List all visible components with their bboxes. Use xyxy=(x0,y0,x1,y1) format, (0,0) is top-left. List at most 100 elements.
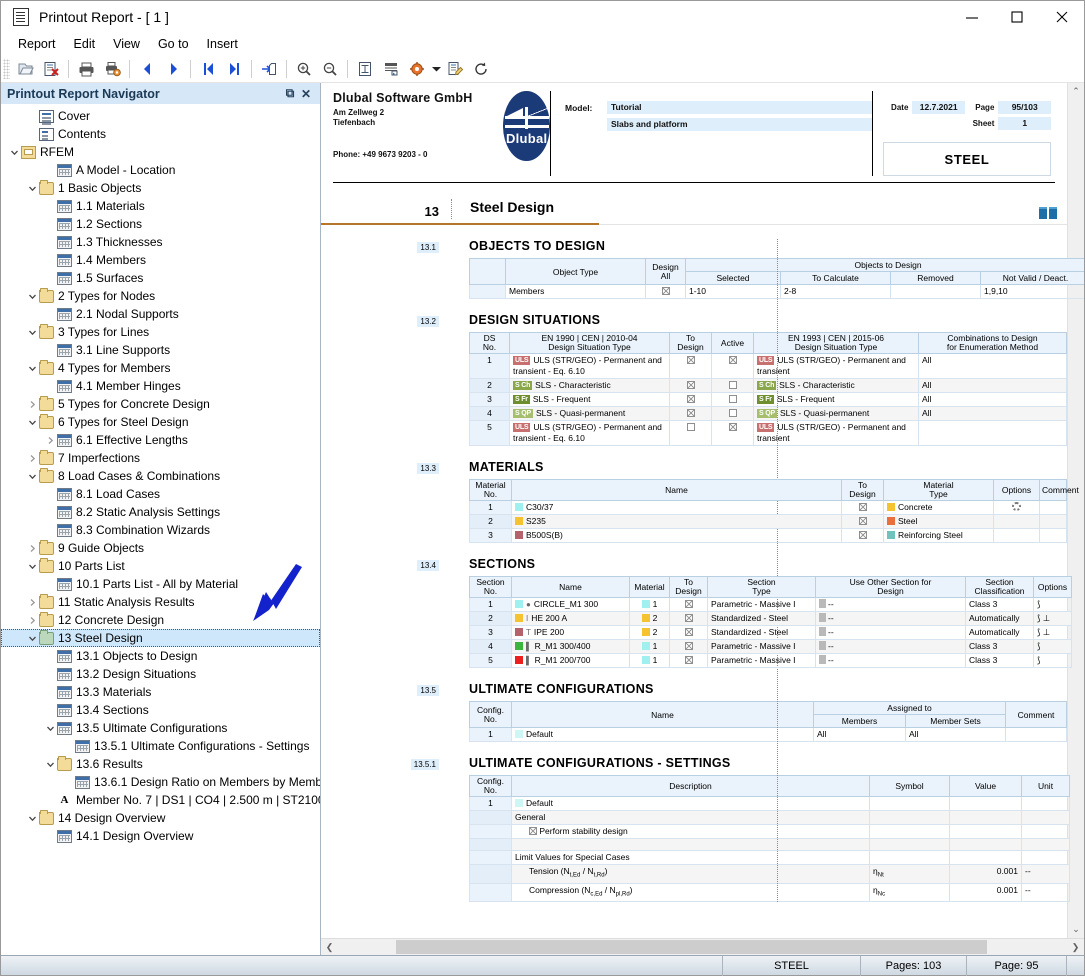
tree-item-4-types-for-members[interactable]: 4 Types for Members xyxy=(1,359,320,377)
twisty-expanded-icon[interactable] xyxy=(43,760,57,769)
tree-item-13-6-1-design-ratio-on-members-by-member[interactable]: 13.6.1 Design Ratio on Members by Member xyxy=(1,773,320,791)
checkbox[interactable] xyxy=(859,503,867,511)
tree-item-1-5-surfaces[interactable]: 1.5 Surfaces xyxy=(1,269,320,287)
twisty-collapsed-icon[interactable] xyxy=(43,436,57,445)
twisty-collapsed-icon[interactable] xyxy=(25,400,39,409)
tree-item-6-1-effective-lengths[interactable]: 6.1 Effective Lengths xyxy=(1,431,320,449)
tree-item-a-model-location[interactable]: A Model - Location xyxy=(1,161,320,179)
vertical-scroll-track[interactable] xyxy=(1068,100,1084,921)
twisty-expanded-icon[interactable] xyxy=(25,814,39,823)
tree-item-8-load-cases-combinations[interactable]: 8 Load Cases & Combinations xyxy=(1,467,320,485)
scroll-left-button[interactable]: ❮ xyxy=(321,939,338,955)
tree-item-contents[interactable]: Contents xyxy=(1,125,320,143)
checkbox[interactable] xyxy=(687,381,695,389)
menu-goto[interactable]: Go to xyxy=(149,35,198,53)
checkbox[interactable] xyxy=(687,423,695,431)
toolbar-grip[interactable] xyxy=(3,59,10,79)
checkbox[interactable] xyxy=(685,642,693,650)
zoom-out-icon[interactable] xyxy=(317,57,343,81)
checkbox-design-all[interactable] xyxy=(662,287,670,295)
dropdown-arrow-icon[interactable] xyxy=(430,57,442,81)
zoom-in-icon[interactable] xyxy=(291,57,317,81)
tree-item-9-guide-objects[interactable]: 9 Guide Objects xyxy=(1,539,320,557)
twisty-expanded-icon[interactable] xyxy=(25,292,39,301)
tree-item-10-1-parts-list-all-by-material[interactable]: 10.1 Parts List - All by Material xyxy=(1,575,320,593)
tree-item-13-1-objects-to-design[interactable]: 13.1 Objects to Design xyxy=(1,647,320,665)
refresh-icon[interactable] xyxy=(468,57,494,81)
tree-item-14-1-design-overview[interactable]: 14.1 Design Overview xyxy=(1,827,320,845)
tree-item-13-2-design-situations[interactable]: 13.2 Design Situations xyxy=(1,665,320,683)
print-icon[interactable] xyxy=(73,57,99,81)
gear-icon[interactable] xyxy=(1012,502,1021,511)
checkbox[interactable] xyxy=(685,656,693,664)
menu-view[interactable]: View xyxy=(104,35,149,53)
checkbox[interactable] xyxy=(685,600,693,608)
checkbox[interactable] xyxy=(859,517,867,525)
tree-item-13-5-ultimate-configurations[interactable]: 13.5 Ultimate Configurations xyxy=(1,719,320,737)
tree-item-2-types-for-nodes[interactable]: 2 Types for Nodes xyxy=(1,287,320,305)
minimize-button[interactable] xyxy=(949,2,994,33)
tree-item-6-types-for-steel-design[interactable]: 6 Types for Steel Design xyxy=(1,413,320,431)
previous-page-icon[interactable] xyxy=(134,57,160,81)
checkbox[interactable] xyxy=(729,395,737,403)
header-footer-icon[interactable] xyxy=(378,57,404,81)
menu-insert[interactable]: Insert xyxy=(198,35,247,53)
twisty-expanded-icon[interactable] xyxy=(25,184,39,193)
tree-item-14-design-overview[interactable]: 14 Design Overview xyxy=(1,809,320,827)
tree-item-1-basic-objects[interactable]: 1 Basic Objects xyxy=(1,179,320,197)
tree-item-1-4-members[interactable]: 1.4 Members xyxy=(1,251,320,269)
print-setup-icon[interactable] xyxy=(99,57,125,81)
twisty-expanded-icon[interactable] xyxy=(25,364,39,373)
checkbox[interactable] xyxy=(729,381,737,389)
checkbox[interactable] xyxy=(687,356,695,364)
twisty-collapsed-icon[interactable] xyxy=(25,616,39,625)
navigator-tree[interactable]: Cover ContentsRFEMA Model - Location1 Ba… xyxy=(1,104,320,955)
last-page-icon[interactable] xyxy=(221,57,247,81)
open-report-icon[interactable] xyxy=(12,57,38,81)
twisty-expanded-icon[interactable] xyxy=(25,562,39,571)
checkbox-perform-stability-design[interactable] xyxy=(529,827,537,835)
checkbox[interactable] xyxy=(687,395,695,403)
twisty-expanded-icon[interactable] xyxy=(43,724,57,733)
tree-item-13-5-1-ultimate-configurations-settings[interactable]: 13.5.1 Ultimate Configurations - Setting… xyxy=(1,737,320,755)
twisty-expanded-icon[interactable] xyxy=(25,634,39,643)
checkbox[interactable] xyxy=(685,628,693,636)
twisty-expanded-icon[interactable] xyxy=(25,472,39,481)
tree-item-rfem[interactable]: RFEM xyxy=(1,143,320,161)
horizontal-scroll-thumb[interactable] xyxy=(396,940,986,954)
first-page-icon[interactable] xyxy=(195,57,221,81)
scroll-up-button[interactable]: ⌃ xyxy=(1068,83,1084,100)
checkbox[interactable] xyxy=(729,423,737,431)
checkbox[interactable] xyxy=(729,356,737,364)
tree-item-13-steel-design[interactable]: 13 Steel Design xyxy=(1,629,320,647)
twisty-expanded-icon[interactable] xyxy=(7,148,21,157)
checkbox[interactable] xyxy=(729,409,737,417)
checkbox[interactable] xyxy=(687,409,695,417)
tree-item-10-parts-list[interactable]: 10 Parts List xyxy=(1,557,320,575)
scroll-right-button[interactable]: ❯ xyxy=(1067,939,1084,955)
tree-item-3-1-line-supports[interactable]: 3.1 Line Supports xyxy=(1,341,320,359)
tree-item-2-1-nodal-supports[interactable]: 2.1 Nodal Supports xyxy=(1,305,320,323)
menu-report[interactable]: Report xyxy=(9,35,65,53)
close-button[interactable] xyxy=(1039,2,1084,33)
status-resize-grip[interactable] xyxy=(1066,956,1084,976)
tree-item-1-2-sections[interactable]: 1.2 Sections xyxy=(1,215,320,233)
checkbox[interactable] xyxy=(685,614,693,622)
tree-item-13-4-sections[interactable]: 13.4 Sections xyxy=(1,701,320,719)
tree-item-1-3-thicknesses[interactable]: 1.3 Thicknesses xyxy=(1,233,320,251)
tree-item-cover[interactable]: Cover xyxy=(1,107,320,125)
twisty-expanded-icon[interactable] xyxy=(25,418,39,427)
tree-item-8-1-load-cases[interactable]: 8.1 Load Cases xyxy=(1,485,320,503)
tree-item-member-no-7-ds1-co4-2-500-m-st2100[interactable]: AMember No. 7 | DS1 | CO4 | 2.500 m | ST… xyxy=(1,791,320,809)
edit-text-icon[interactable] xyxy=(442,57,468,81)
delete-report-icon[interactable] xyxy=(38,57,64,81)
tree-item-5-types-for-concrete-design[interactable]: 5 Types for Concrete Design xyxy=(1,395,320,413)
twisty-collapsed-icon[interactable] xyxy=(25,598,39,607)
tree-item-8-3-combination-wizards[interactable]: 8.3 Combination Wizards xyxy=(1,521,320,539)
checkbox[interactable] xyxy=(859,531,867,539)
go-to-page-icon[interactable] xyxy=(256,57,282,81)
tree-item-13-3-materials[interactable]: 13.3 Materials xyxy=(1,683,320,701)
tree-item-4-1-member-hinges[interactable]: 4.1 Member Hinges xyxy=(1,377,320,395)
horizontal-scrollbar[interactable]: ❮ ❯ xyxy=(321,938,1084,955)
scroll-down-button[interactable]: ⌄ xyxy=(1068,921,1084,938)
